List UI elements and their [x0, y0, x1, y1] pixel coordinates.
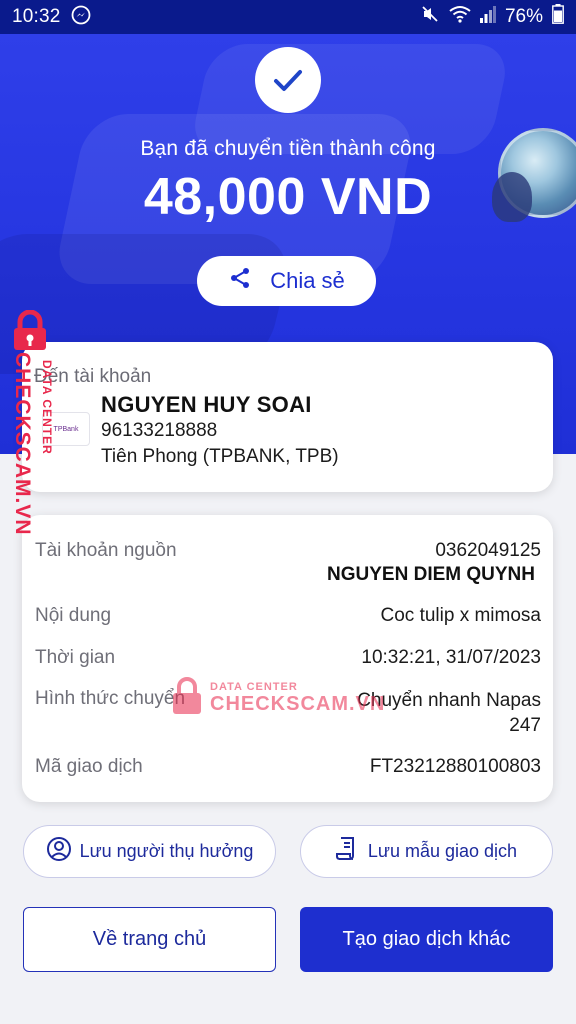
recipient-bank: Tiên Phong (TPBANK, TPB)	[101, 446, 339, 467]
receipt-icon	[335, 836, 360, 867]
new-transaction-button[interactable]: Tạo giao dịch khác	[300, 907, 553, 972]
lock-icon	[170, 676, 204, 721]
transaction-details-card: Tài khoản nguồn 0362049125 NGUYEN DIEM Q…	[22, 515, 553, 802]
time-value: 10:32:21, 31/07/2023	[361, 647, 541, 668]
share-label: Chia sẻ	[270, 268, 345, 293]
success-message: Bạn đã chuyển tiền thành công	[140, 137, 436, 160]
recipient-card: Đến tài khoản TPBank NGUYEN HUY SOAI 961…	[22, 342, 553, 492]
share-button[interactable]: Chia sẻ	[197, 256, 376, 306]
transfer-amount: 48,000 VND	[143, 168, 433, 226]
save-recipient-label: Lưu người thụ hưởng	[79, 841, 254, 861]
status-time: 10:32	[12, 6, 61, 27]
watermark-center-sub: DATA CENTER	[210, 681, 298, 693]
watermark-center-main: CHECKSCAM.VN	[210, 693, 386, 715]
recipient-name: NGUYEN HUY SOAI	[101, 392, 312, 417]
detail-row-code: Mã giao dịch FT23212880100803	[35, 756, 541, 778]
mute-icon	[420, 4, 440, 30]
source-account-name: NGUYEN DIEM QUYNH	[327, 564, 535, 585]
lock-icon	[10, 309, 50, 357]
note-value: Coc tulip x mimosa	[380, 605, 542, 626]
detail-row-note: Nội dung Coc tulip x mimosa	[35, 605, 541, 627]
method-value-line2: 247	[509, 715, 541, 736]
method-label: Hình thức chuyển	[35, 688, 186, 709]
source-account-value: 0362049125	[435, 540, 541, 561]
watermark-sub-text: DATA CENTER	[40, 360, 54, 455]
transaction-code-value: FT23212880100803	[369, 756, 541, 777]
battery-level: 76%	[504, 6, 543, 27]
watermark-left: CHECKSCAM.VN DATA CENTER	[4, 309, 60, 560]
wifi-icon	[449, 5, 471, 29]
transfer-success-screen: 10:32 76% Bạn đã chuyển tiền thành công …	[0, 0, 576, 1024]
save-template-label: Lưu mẫu giao dịch	[367, 841, 518, 861]
success-check-icon	[255, 47, 321, 113]
note-label: Nội dung	[35, 605, 112, 626]
save-recipient-button[interactable]: Lưu người thụ hưởng	[23, 825, 276, 878]
messenger-icon	[71, 5, 91, 30]
status-bar: 10:32 76%	[0, 0, 576, 34]
watermark-main-text: CHECKSCAM.VN	[11, 352, 34, 536]
home-button[interactable]: Về trang chủ	[23, 907, 276, 972]
detail-row-time: Thời gian 10:32:21, 31/07/2023	[35, 647, 541, 669]
watermark-center: DATA CENTER CHECKSCAM.VN	[170, 676, 385, 721]
transaction-code-label: Mã giao dịch	[35, 756, 143, 777]
save-template-button[interactable]: Lưu mẫu giao dịch	[300, 825, 553, 878]
detail-row-source: Tài khoản nguồn 0362049125	[35, 540, 541, 562]
share-icon	[228, 266, 252, 296]
battery-icon	[552, 4, 564, 30]
signal-icon	[479, 5, 496, 29]
avatar-figure	[492, 172, 532, 222]
user-circle-icon	[46, 836, 72, 867]
time-label: Thời gian	[35, 647, 116, 668]
recipient-account: 96133218888	[101, 420, 218, 441]
